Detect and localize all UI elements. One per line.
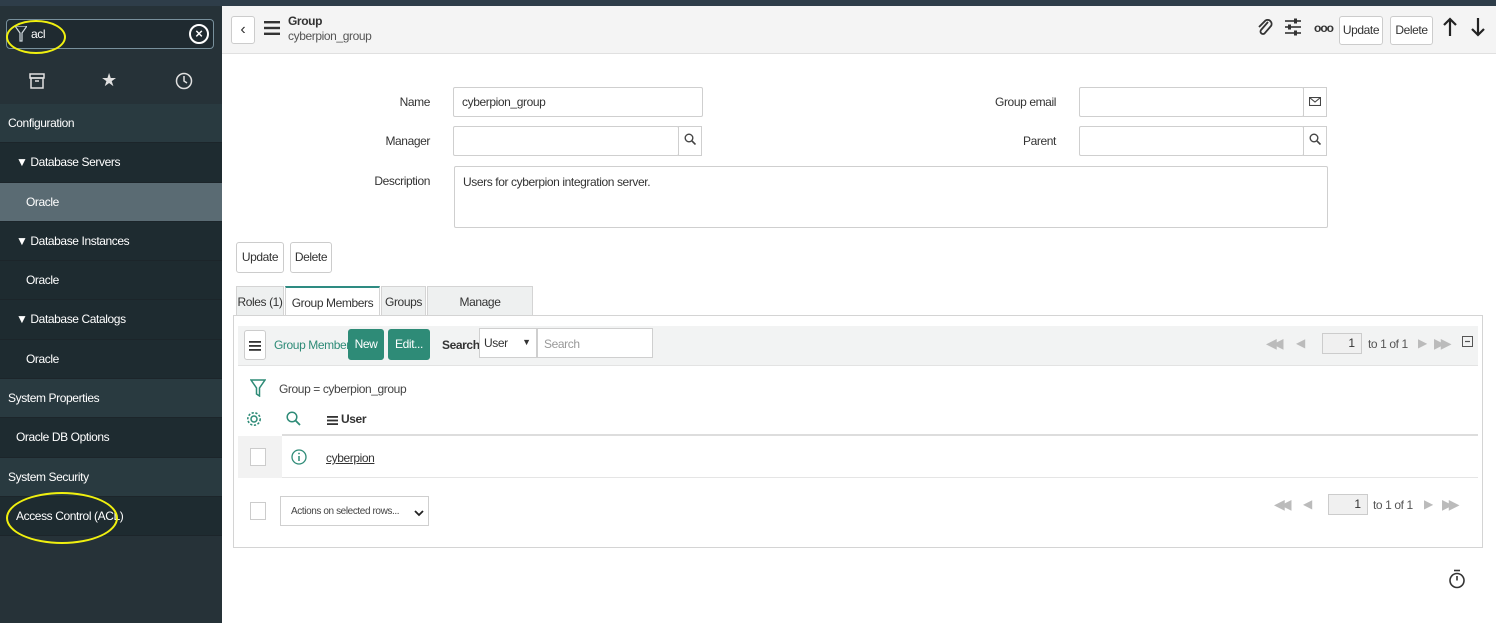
filter-breadcrumb[interactable]: Group = cyberpion_group [279, 382, 407, 396]
back-button[interactable]: ‹ [231, 16, 255, 44]
name-field[interactable]: cyberpion_group [453, 87, 703, 117]
group-members-list: Group Members New Edit... Search User ▼ … [233, 315, 1483, 548]
new-button[interactable]: New [348, 329, 384, 360]
list-toolbar: Group Members New Edit... Search User ▼ … [238, 326, 1478, 366]
column-search-icon[interactable] [286, 411, 301, 429]
search-placeholder: Search [544, 337, 580, 351]
search-field-value: User [484, 336, 508, 350]
archive-icon[interactable] [28, 72, 46, 95]
parent-lookup-icon[interactable] [1303, 126, 1327, 156]
navigator-tabs: ★ [0, 64, 222, 104]
nav-section-configuration[interactable]: Configuration [0, 104, 222, 144]
collapse-icon[interactable] [1462, 336, 1474, 348]
list-menu-icon[interactable] [244, 330, 266, 360]
chevron-down-icon [414, 506, 424, 520]
navigator-sidebar: acl × ★ Configuration ▼ Database Servers… [0, 6, 222, 623]
highlight-ring-acl [6, 492, 118, 544]
response-time-icon[interactable] [1448, 569, 1466, 592]
dropdown-arrow-icon: ▼ [522, 337, 531, 347]
form-subtitle: cyberpion_group [288, 29, 372, 43]
star-icon[interactable]: ★ [101, 70, 117, 91]
parent-field[interactable] [1079, 126, 1304, 156]
page-input-bottom[interactable]: 1 [1328, 494, 1368, 515]
next-page-icon-bottom[interactable]: ▶ [1424, 497, 1433, 511]
search-label: Search [442, 338, 480, 352]
name-label: Name [399, 95, 431, 109]
attachment-icon[interactable] [1256, 18, 1274, 43]
update-button-header[interactable]: Update [1339, 16, 1383, 45]
navigator-list: Configuration ▼ Database Servers Oracle … [0, 104, 222, 537]
nav-item-oracle-servers[interactable]: Oracle [0, 182, 222, 222]
nav-group-database-catalogs[interactable]: ▼ Database Catalogs [0, 300, 222, 340]
page-input[interactable]: 1 [1322, 333, 1362, 354]
nav-item-oracle-db-options[interactable]: Oracle DB Options [0, 418, 222, 458]
last-page-icon-bottom[interactable]: ▶▶ [1442, 496, 1459, 513]
actions-select-value: Actions on selected rows... [291, 506, 400, 517]
nav-section-system-properties[interactable]: System Properties [0, 379, 222, 419]
group-email-field[interactable] [1079, 87, 1304, 117]
update-button[interactable]: Update [236, 242, 284, 273]
page-of-label-bottom: to 1 of 1 [1373, 498, 1413, 512]
nav-section-system-security[interactable]: System Security [0, 457, 222, 497]
previous-record-icon[interactable] [1442, 17, 1458, 42]
list-title[interactable]: Group Members [274, 338, 356, 352]
search-field-select[interactable]: User ▼ [479, 328, 537, 358]
first-page-icon-bottom[interactable]: ◀◀ [1274, 496, 1291, 513]
table-row: cyberpion [238, 436, 1478, 478]
tab-group-members[interactable]: Group Members (1) [285, 286, 380, 340]
tab-groups[interactable]: Groups [381, 286, 426, 316]
record-info-icon[interactable] [291, 449, 307, 468]
nav-group-database-servers[interactable]: ▼ Database Servers [0, 143, 222, 183]
delete-button[interactable]: Delete [290, 242, 332, 273]
group-email-label: Group email [995, 95, 1056, 109]
search-input[interactable]: Search [537, 328, 653, 358]
user-link[interactable]: cyberpion [326, 451, 375, 465]
settings-sliders-icon[interactable] [1284, 18, 1302, 41]
clear-filter-icon[interactable]: × [189, 24, 209, 44]
delete-button-header[interactable]: Delete [1390, 16, 1433, 45]
manager-lookup-icon[interactable] [678, 126, 702, 156]
tab-roles[interactable]: Roles (1) [236, 286, 284, 316]
form-title: Group [288, 14, 322, 28]
nav-group-database-instances[interactable]: ▼ Database Instances [0, 221, 222, 262]
description-label: Description [374, 174, 430, 188]
tab-manage-subscriptions[interactable]: Manage Subscriptions [427, 286, 533, 339]
manager-label: Manager [385, 134, 430, 148]
next-record-icon[interactable] [1470, 17, 1486, 42]
email-icon[interactable] [1303, 87, 1327, 117]
first-page-icon[interactable]: ◀◀ [1266, 335, 1283, 352]
description-field[interactable]: Users for cyberpion integration server. [454, 166, 1328, 228]
previous-page-icon[interactable]: ◀ [1296, 336, 1305, 350]
actions-select[interactable]: Actions on selected rows... [280, 496, 429, 526]
page-of-label: to 1 of 1 [1368, 337, 1408, 351]
row-checkbox-cell [238, 436, 282, 478]
last-page-icon[interactable]: ▶▶ [1434, 335, 1451, 352]
nav-item-oracle-instances[interactable]: Oracle [0, 261, 222, 301]
form-header: ‹ Group cyberpion_group ooo Update Delet… [222, 6, 1496, 54]
more-options-icon[interactable]: ooo [1314, 21, 1334, 35]
row-checkbox[interactable] [250, 448, 266, 466]
manager-field[interactable] [453, 126, 679, 156]
column-header-user[interactable]: User [341, 412, 366, 426]
breadcrumb-filter-icon[interactable] [249, 379, 267, 400]
edit-button[interactable]: Edit... [388, 329, 430, 360]
highlight-ring-filter [6, 20, 66, 54]
select-all-checkbox[interactable] [250, 502, 266, 520]
context-menu-icon[interactable] [264, 21, 280, 35]
history-icon[interactable] [175, 72, 193, 95]
parent-label: Parent [1023, 134, 1056, 148]
column-menu-icon[interactable] [327, 414, 338, 428]
previous-page-icon-bottom[interactable]: ◀ [1303, 497, 1312, 511]
next-page-icon[interactable]: ▶ [1418, 336, 1427, 350]
nav-item-oracle-catalogs[interactable]: Oracle [0, 339, 222, 380]
personalize-list-gear-icon[interactable] [246, 411, 262, 430]
